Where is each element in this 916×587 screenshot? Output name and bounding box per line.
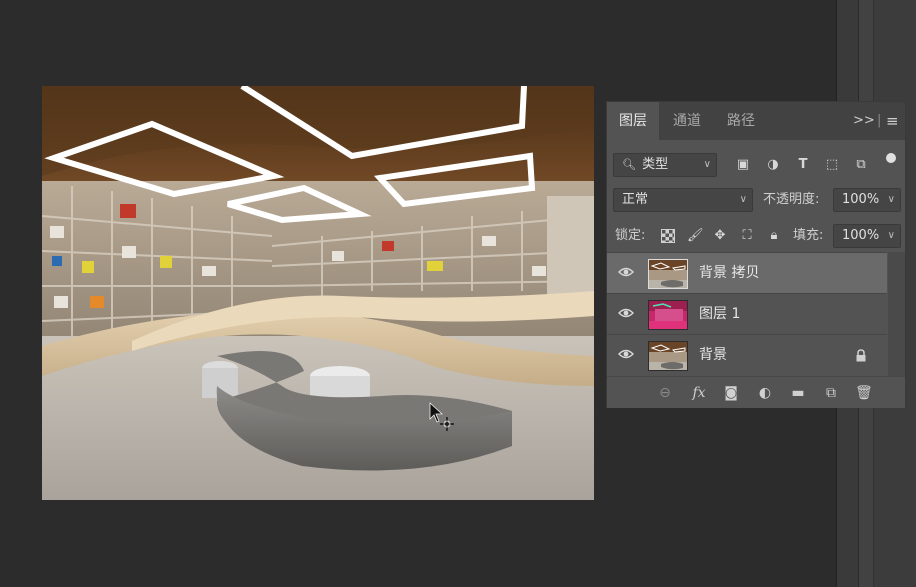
layer-thumbnail[interactable] <box>648 300 688 330</box>
layer-row[interactable]: 背景 拷贝 <box>607 252 887 293</box>
blend-mode-value: 正常 <box>622 192 649 207</box>
fill-label: 填充: <box>793 228 824 243</box>
filter-row: 🔍︎ 类型 ∨ ▣ ◑ T ⬚ ⧉ <box>607 147 905 183</box>
library-render-image <box>42 86 594 500</box>
filter-adjustment-icon[interactable]: ◑ <box>766 158 780 172</box>
lock-icon <box>856 349 866 362</box>
photoshop-workspace: 图层 通道 路径 >> | ≡ 🔍︎ 类型 ∨ ▣ ◑ T ⬚ ⧉ 正常 ∨ 不… <box>0 0 916 587</box>
blend-row: 正常 ∨ 不透明度: 100% ∨ <box>607 182 905 218</box>
panel-menu-icon[interactable]: ≡ <box>886 102 899 140</box>
adjustment-layer-icon[interactable]: ◐ <box>757 385 773 401</box>
layer-row[interactable]: 图层 1 <box>607 293 887 334</box>
panel-overflow-icon[interactable]: >> <box>853 102 875 140</box>
fill-value: 100% <box>842 228 880 243</box>
add-mask-icon[interactable]: ◙ <box>723 385 739 401</box>
opacity-label: 不透明度: <box>763 192 820 207</box>
trash-delete-icon[interactable]: 🗑︎ <box>855 385 873 401</box>
lock-artboard-icon[interactable]: ⛶ <box>740 229 754 243</box>
filter-toggle-icon[interactable] <box>886 153 896 163</box>
document-canvas[interactable] <box>42 86 594 500</box>
layers-footer: ⊖ fx ◙ ◐ ▬ ⧉ 🗑︎ <box>607 376 905 408</box>
filter-kind-value: 类型 <box>642 157 669 172</box>
lock-paint-brush-icon[interactable]: 🖌︎ <box>687 229 704 243</box>
chevron-down-icon: ∨ <box>739 194 747 205</box>
fill-input[interactable]: 100% ∨ <box>833 224 901 248</box>
tab-layers[interactable]: 图层 <box>607 102 659 140</box>
visibility-eye-icon[interactable] <box>618 266 634 278</box>
visibility-eye-icon[interactable] <box>618 348 634 360</box>
blend-mode-select[interactable]: 正常 ∨ <box>613 188 753 212</box>
lock-label: 锁定: <box>615 228 646 243</box>
new-group-folder-icon[interactable]: ▬ <box>790 385 806 401</box>
tab-channels[interactable]: 通道 <box>661 102 713 140</box>
chevron-down-icon: ∨ <box>703 159 711 170</box>
layer-thumbnail[interactable] <box>648 341 688 371</box>
move-tool-cursor-icon <box>429 402 454 431</box>
search-icon: 🔍︎ <box>622 158 636 171</box>
new-layer-icon[interactable]: ⧉ <box>823 385 839 401</box>
chevron-down-icon: ∨ <box>887 230 895 241</box>
panel-tab-bar: 图层 通道 路径 >> | ≡ <box>607 102 905 140</box>
fx-effects-icon[interactable]: fx <box>691 385 707 401</box>
layers-panel: 图层 通道 路径 >> | ≡ 🔍︎ 类型 ∨ ▣ ◑ T ⬚ ⧉ 正常 ∨ 不… <box>606 101 906 408</box>
tab-separator: | <box>877 113 882 128</box>
opacity-input[interactable]: 100% ∨ <box>833 188 901 212</box>
layer-name[interactable]: 图层 1 <box>699 294 740 334</box>
layer-name[interactable]: 背景 <box>699 335 727 375</box>
lock-all-icon[interactable]: 🔒︎ <box>767 229 781 243</box>
layer-thumbnail[interactable] <box>648 259 688 289</box>
filter-pixel-icon[interactable]: ▣ <box>736 158 750 172</box>
filter-shape-icon[interactable]: ⬚ <box>825 158 839 172</box>
filter-smartobject-icon[interactable]: ⧉ <box>854 158 868 172</box>
chevron-down-icon: ∨ <box>887 194 895 205</box>
layer-row[interactable]: 背景 <box>607 334 887 375</box>
filter-type-icon[interactable]: T <box>796 158 810 172</box>
link-layers-icon[interactable]: ⊖ <box>657 385 673 401</box>
lock-row: 锁定: 🖌︎ ✥ ⛶ 🔒︎ 填充: 100% ∨ <box>607 218 905 254</box>
layers-scrollbar[interactable] <box>888 252 905 376</box>
filter-kind-select[interactable]: 🔍︎ 类型 ∨ <box>613 153 717 177</box>
opacity-value: 100% <box>842 192 880 207</box>
layer-name[interactable]: 背景 拷贝 <box>699 253 759 293</box>
lock-transparent-icon[interactable] <box>661 229 675 243</box>
lock-position-move-icon[interactable]: ✥ <box>713 229 727 243</box>
visibility-eye-icon[interactable] <box>618 307 634 319</box>
tab-paths[interactable]: 路径 <box>715 102 767 140</box>
